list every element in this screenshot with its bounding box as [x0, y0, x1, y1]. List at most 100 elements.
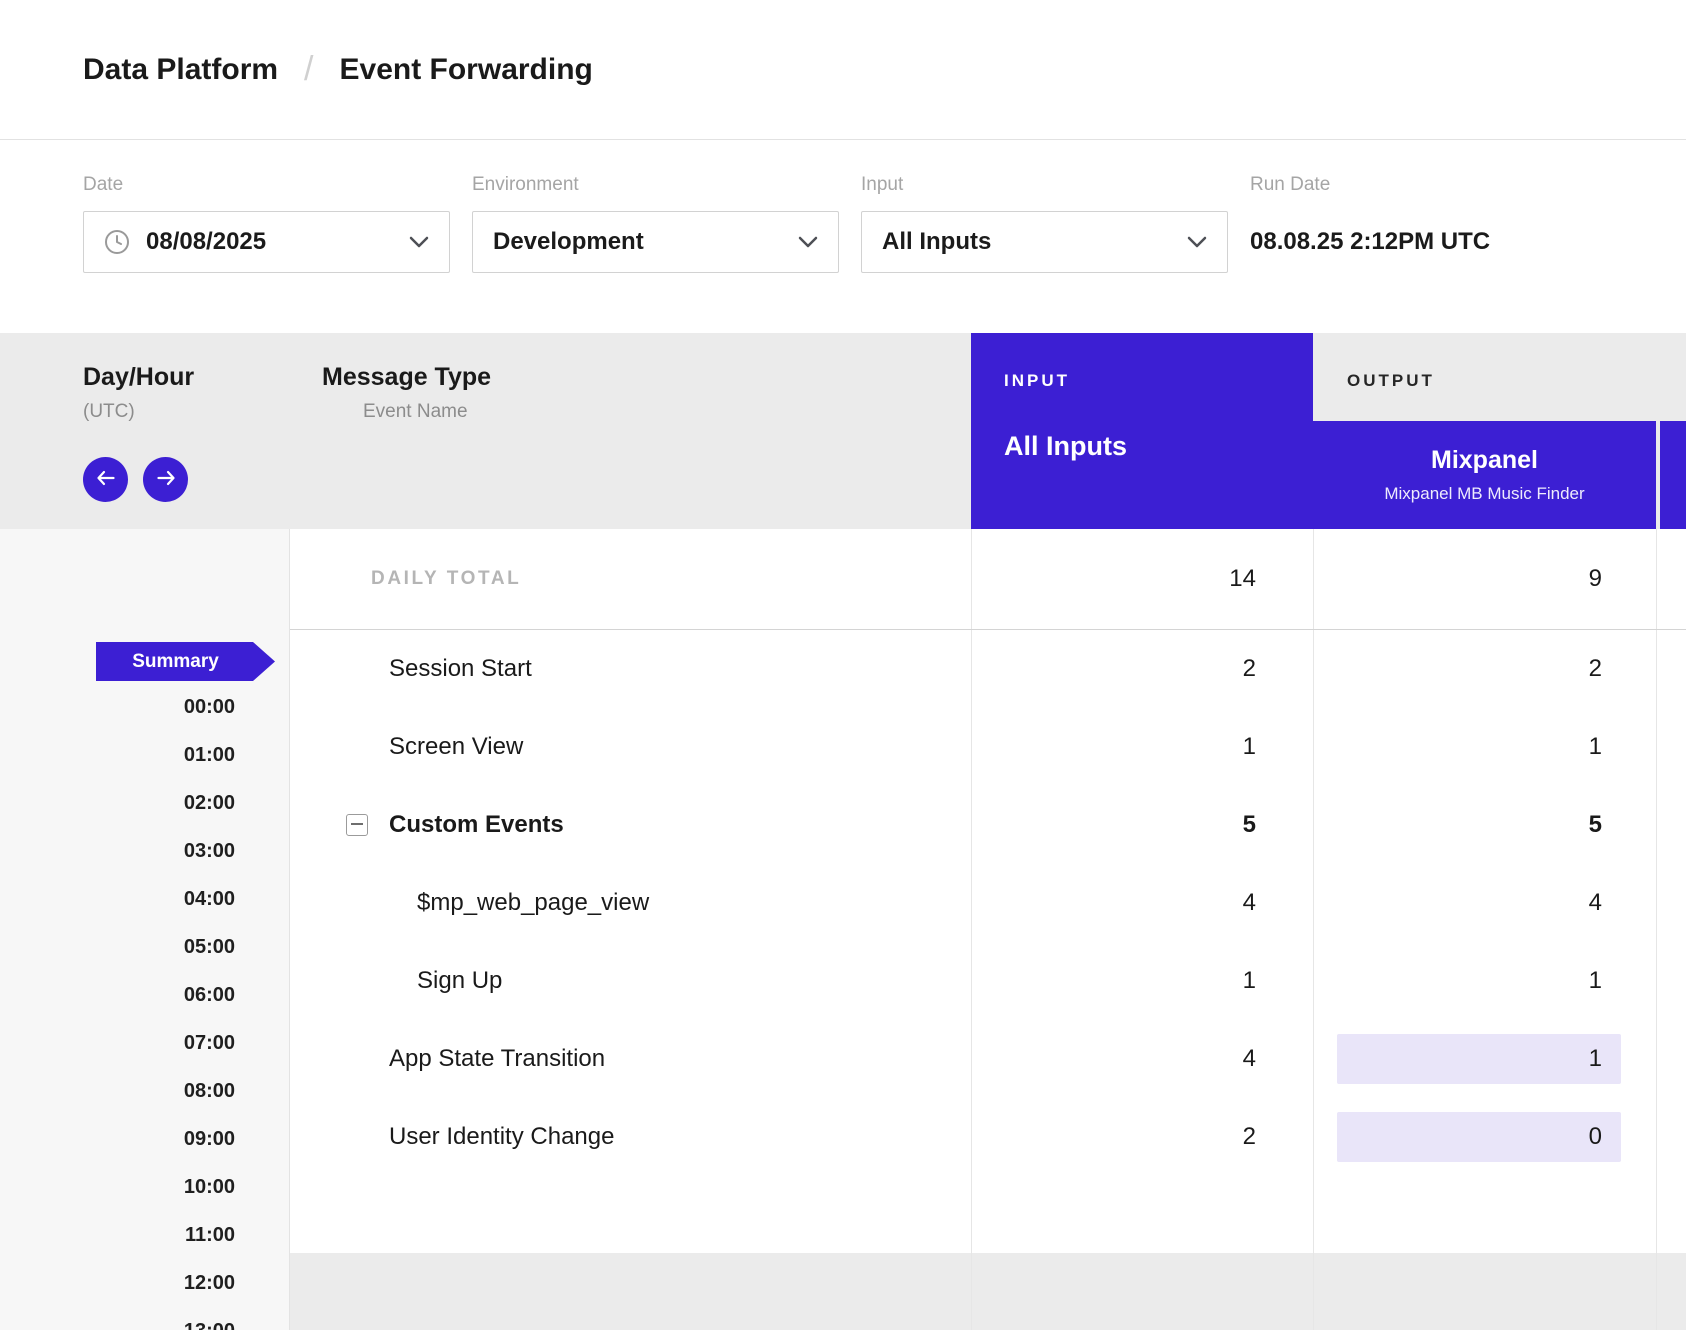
message-type-header: Message Type Event Name: [290, 333, 971, 529]
environment-filter-label: Environment: [472, 174, 839, 196]
hour-item[interactable]: 10:00: [0, 1163, 289, 1211]
daily-total-output-count: 9: [1589, 565, 1602, 593]
next-connection-header-partial: [1660, 421, 1686, 529]
connection-subtitle: Mixpanel MB Music Finder: [1384, 484, 1584, 504]
daily-total-row: DAILY TOTAL 14 9: [290, 529, 1686, 630]
highlighted-output-cell: 0: [1337, 1112, 1621, 1162]
input-column-value: All Inputs: [1004, 431, 1313, 462]
next-output-column-partial: [1656, 333, 1686, 529]
run-date-value: 08.08.25 2:12PM UTC: [1250, 211, 1490, 273]
hour-item[interactable]: 06:00: [0, 971, 289, 1019]
input-select[interactable]: All Inputs: [861, 211, 1228, 273]
hour-item[interactable]: 12:00: [0, 1259, 289, 1307]
input-filter: Input All Inputs: [861, 174, 1228, 333]
arrow-left-icon: [95, 469, 117, 490]
date-filter: Date 08/08/2025: [83, 174, 450, 333]
environment-filter: Environment Development: [472, 174, 839, 333]
date-filter-label: Date: [83, 174, 450, 196]
arrow-right-icon: [155, 469, 177, 490]
hours-sidebar: Summary 00:00 01:00 02:00 03:00 04:00 05…: [0, 529, 290, 1330]
output-count: 4: [1589, 889, 1602, 917]
output-count: 1: [1589, 1045, 1602, 1073]
daily-total-input-count: 14: [1229, 565, 1256, 593]
input-count: 1: [1243, 967, 1256, 995]
message-type-subtitle: Event Name: [363, 401, 971, 423]
output-count: 2: [1589, 655, 1602, 683]
event-name: $mp_web_page_view: [417, 889, 649, 917]
table-row: User Identity Change 2 0: [290, 1098, 1686, 1176]
summary-ribbon[interactable]: Summary: [96, 642, 275, 681]
page-title: Event Forwarding: [340, 53, 593, 87]
highlighted-output-cell: 1: [1337, 1034, 1621, 1084]
day-hour-subtitle: (UTC): [83, 401, 290, 423]
day-hour-title: Day/Hour: [83, 363, 290, 392]
input-count: 4: [1243, 889, 1256, 917]
hour-item[interactable]: 11:00: [0, 1211, 289, 1259]
collapse-icon[interactable]: [346, 814, 368, 836]
event-name: App State Transition: [389, 1045, 605, 1073]
hour-item[interactable]: 13:00: [0, 1307, 289, 1330]
breadcrumb-separator: /: [304, 50, 313, 89]
breadcrumb-section[interactable]: Data Platform: [83, 53, 278, 87]
input-count: 2: [1243, 1123, 1256, 1151]
chevron-down-icon: [409, 236, 429, 248]
event-name: Sign Up: [417, 967, 502, 995]
hour-item[interactable]: 08:00: [0, 1067, 289, 1115]
hour-item[interactable]: 02:00: [0, 779, 289, 827]
filter-bar: Date 08/08/2025 Environment Development: [0, 140, 1686, 333]
daily-total-label: DAILY TOTAL: [371, 568, 521, 590]
connection-name: Mixpanel: [1431, 446, 1538, 475]
empty-area: [290, 1176, 1686, 1253]
event-name: Session Start: [389, 655, 532, 683]
message-type-title: Message Type: [322, 363, 971, 392]
input-count: 1: [1243, 733, 1256, 761]
event-name: User Identity Change: [389, 1123, 614, 1151]
table-row: Session Start 2 2: [290, 630, 1686, 708]
hour-item[interactable]: 05:00: [0, 923, 289, 971]
output-count: 1: [1589, 967, 1602, 995]
event-name: Screen View: [389, 733, 523, 761]
table-body: Summary 00:00 01:00 02:00 03:00 04:00 05…: [0, 529, 1686, 1330]
hour-item[interactable]: 01:00: [0, 731, 289, 779]
output-count: 1: [1589, 733, 1602, 761]
environment-select-value: Development: [493, 228, 788, 256]
hour-item[interactable]: 07:00: [0, 1019, 289, 1067]
hour-item[interactable]: 09:00: [0, 1115, 289, 1163]
chevron-down-icon: [1187, 236, 1207, 248]
table-row: Custom Events 5 5: [290, 786, 1686, 864]
run-date-label: Run Date: [1250, 174, 1490, 196]
event-forwarding-page: Data Platform / Event Forwarding Date 08…: [0, 0, 1686, 1330]
input-column-header: INPUT All Inputs: [971, 333, 1313, 529]
table-row: $mp_web_page_view 4 4: [290, 864, 1686, 942]
day-nav: [83, 457, 290, 502]
table-row: App State Transition 4 1: [290, 1020, 1686, 1098]
table-footer-band: [290, 1253, 1686, 1330]
input-count: 5: [1243, 811, 1256, 839]
input-filter-label: Input: [861, 174, 1228, 196]
hour-list: 00:00 01:00 02:00 03:00 04:00 05:00 06:0…: [0, 683, 289, 1330]
output-column-label: OUTPUT: [1347, 371, 1656, 391]
output-count: 0: [1589, 1123, 1602, 1151]
output-connection-header[interactable]: Mixpanel Mixpanel MB Music Finder: [1313, 421, 1656, 529]
hour-item[interactable]: 04:00: [0, 875, 289, 923]
next-day-button[interactable]: [143, 457, 188, 502]
day-hour-header: Day/Hour (UTC): [0, 333, 290, 529]
event-name: Custom Events: [389, 811, 564, 839]
date-select[interactable]: 08/08/2025: [83, 211, 450, 273]
clock-icon: [104, 229, 130, 255]
run-date: Run Date 08.08.25 2:12PM UTC: [1250, 174, 1490, 333]
input-count: 2: [1243, 655, 1256, 683]
chevron-down-icon: [798, 236, 818, 248]
hour-item[interactable]: 00:00: [0, 683, 289, 731]
date-select-value: 08/08/2025: [146, 228, 399, 256]
output-count: 5: [1589, 811, 1602, 839]
input-count: 4: [1243, 1045, 1256, 1073]
hour-item[interactable]: 03:00: [0, 827, 289, 875]
breadcrumb: Data Platform / Event Forwarding: [0, 0, 1686, 140]
input-column-label: INPUT: [1004, 371, 1313, 391]
output-column-header: OUTPUT Mixpanel Mixpanel MB Music Finder: [1313, 333, 1656, 529]
previous-day-button[interactable]: [83, 457, 128, 502]
input-select-value: All Inputs: [882, 228, 1177, 256]
table-row: Sign Up 1 1: [290, 942, 1686, 1020]
environment-select[interactable]: Development: [472, 211, 839, 273]
